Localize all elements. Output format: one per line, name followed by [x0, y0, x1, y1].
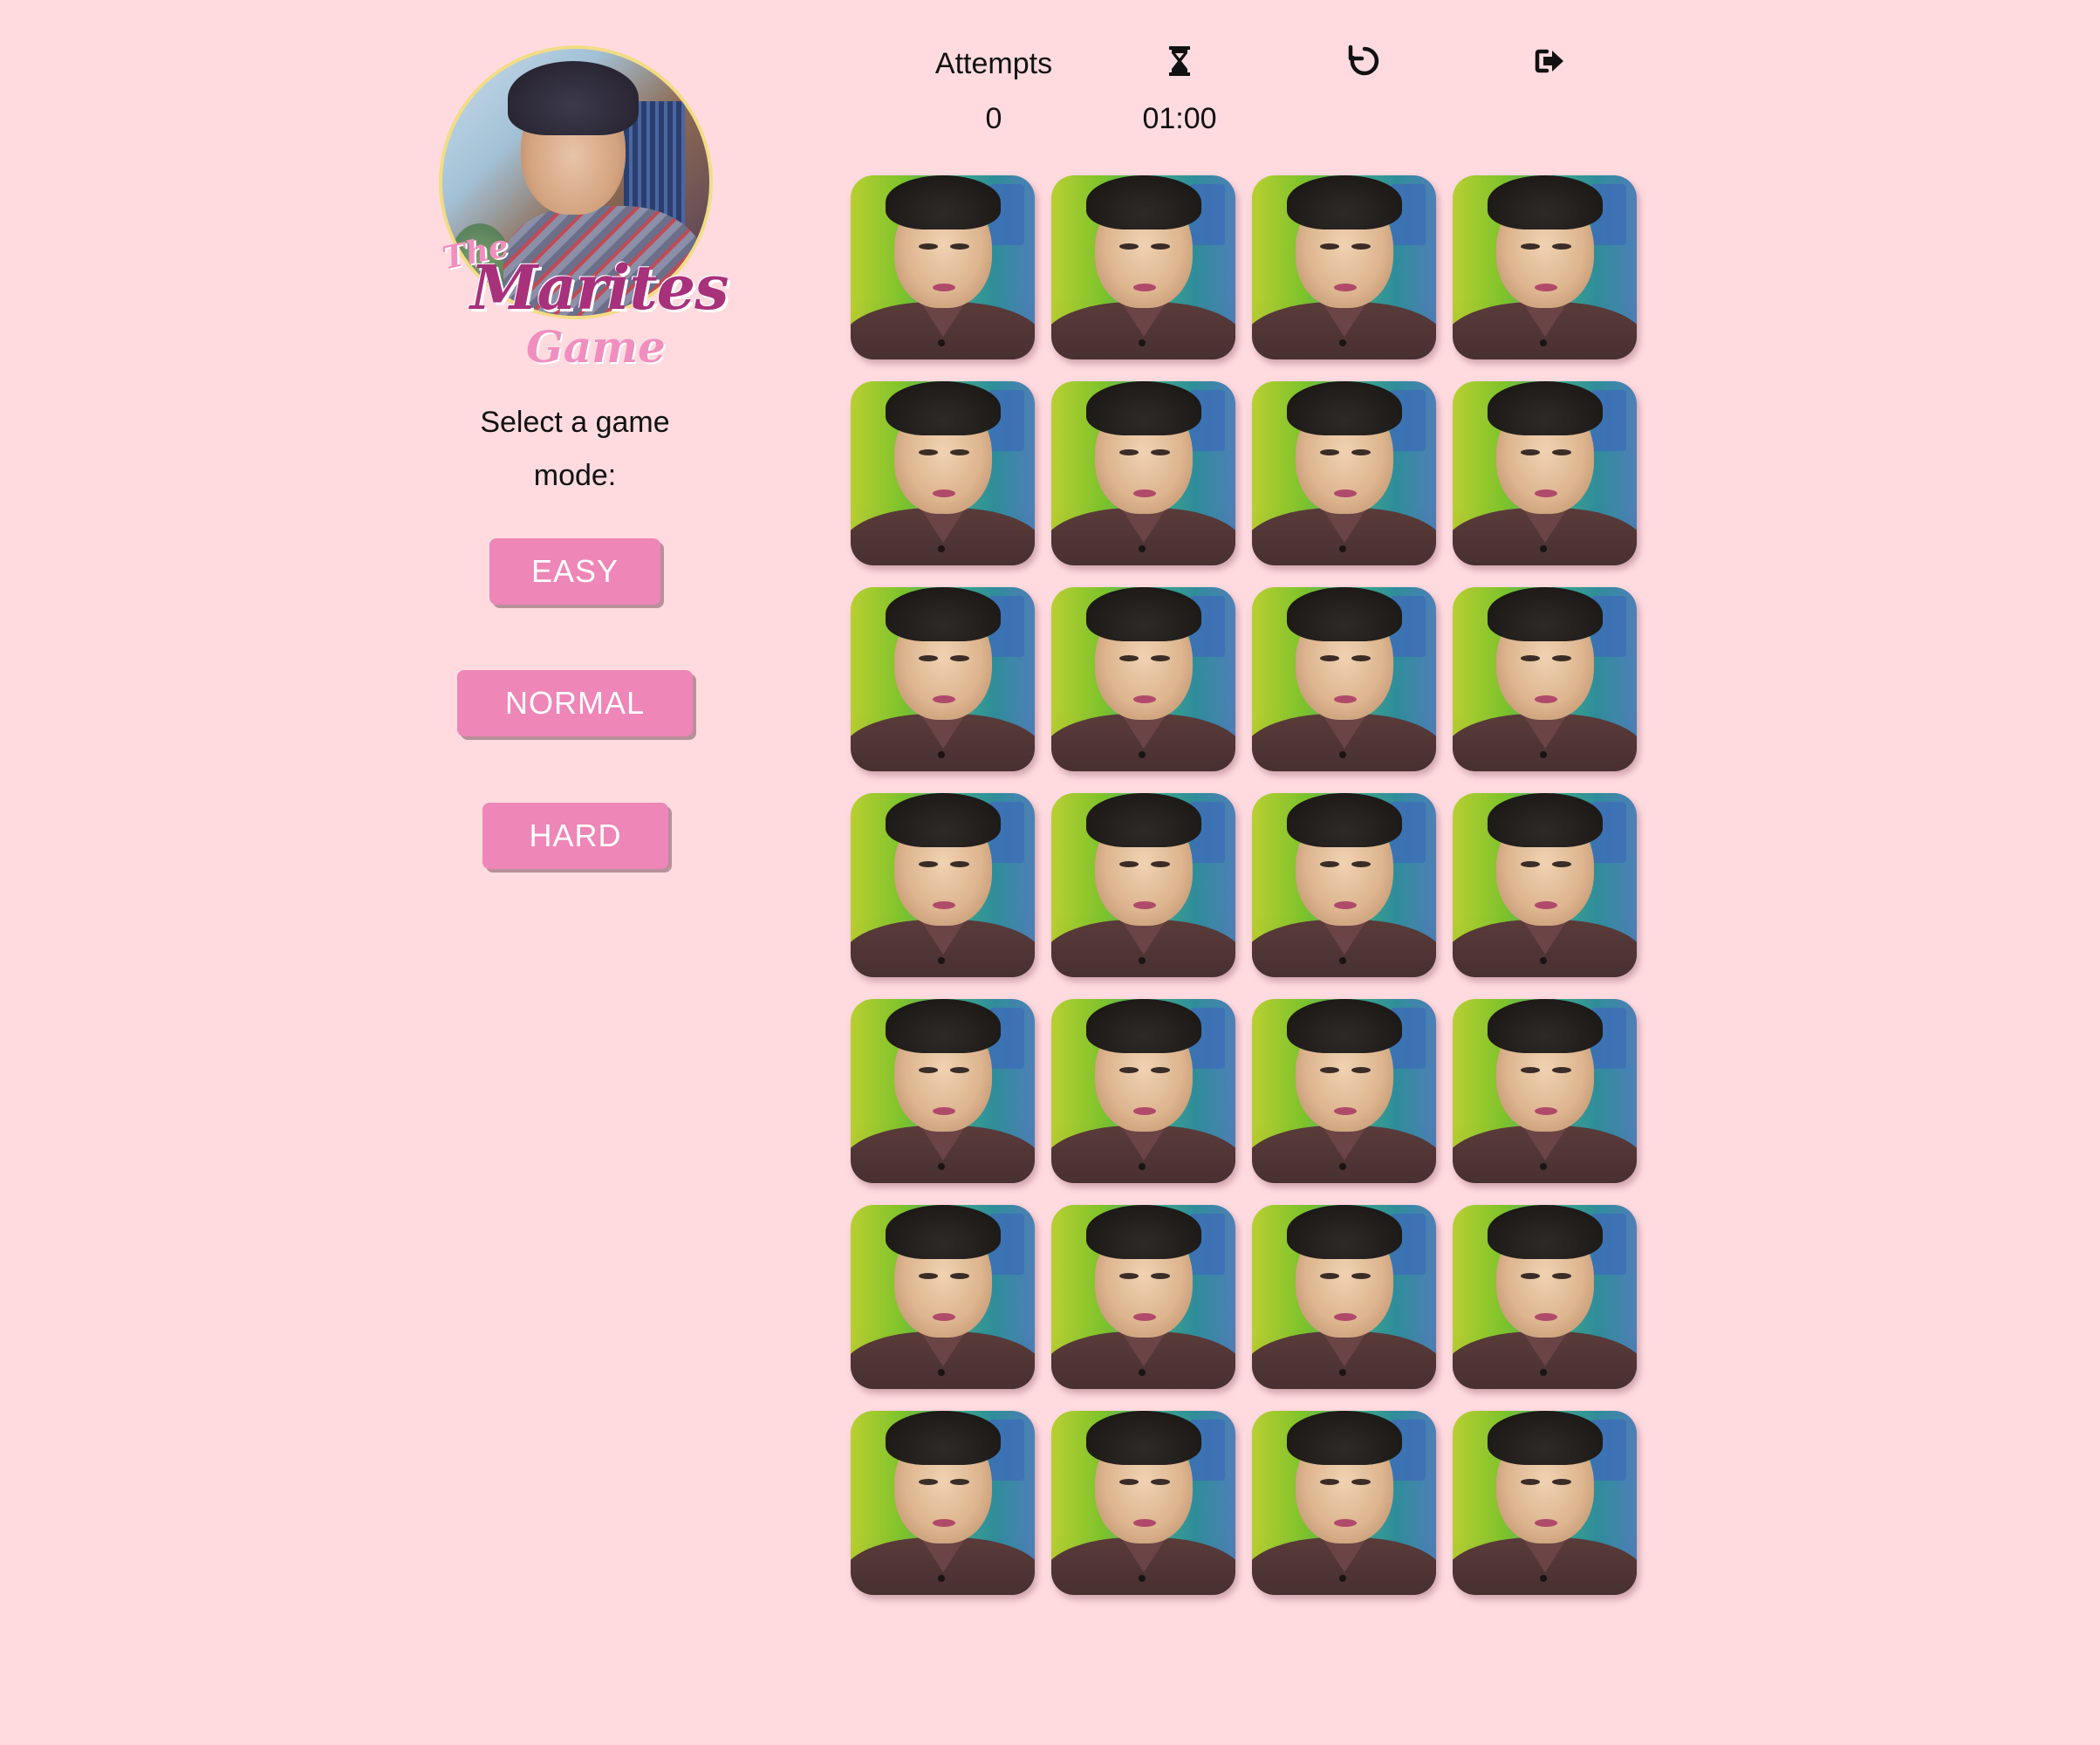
memory-card[interactable] [1453, 793, 1637, 977]
memory-card[interactable] [851, 381, 1035, 565]
memory-card[interactable] [1051, 793, 1235, 977]
easy-mode-button[interactable]: EASY [489, 538, 660, 605]
memory-card[interactable] [1252, 381, 1436, 565]
memory-card[interactable] [851, 793, 1035, 977]
mode-select-label: Select a game mode: [480, 406, 670, 492]
hourglass-icon [1169, 46, 1190, 76]
memory-card[interactable] [1453, 587, 1637, 771]
normal-mode-button[interactable]: NORMAL [457, 670, 693, 736]
memory-card[interactable] [1051, 1205, 1235, 1389]
memory-card[interactable] [1453, 381, 1637, 565]
memory-card[interactable] [851, 999, 1035, 1183]
attempts-value: 0 [985, 102, 1002, 135]
restart-button[interactable] [1338, 35, 1391, 87]
memory-card[interactable] [1252, 1205, 1436, 1389]
memory-card[interactable] [851, 587, 1035, 771]
memory-card[interactable] [1252, 793, 1436, 977]
game-logo: The Marites Game [435, 42, 729, 382]
memory-card[interactable] [1051, 587, 1235, 771]
card-grid [851, 175, 1637, 1595]
memory-card[interactable] [1051, 381, 1235, 565]
timer-value: 01:00 [1142, 102, 1217, 135]
memory-card[interactable] [851, 175, 1035, 359]
memory-card[interactable] [1453, 1205, 1637, 1389]
memory-card[interactable] [1252, 1411, 1436, 1595]
attempts-counter: Attempts 0 [906, 42, 1081, 145]
memory-card[interactable] [1453, 999, 1637, 1183]
memory-card[interactable] [851, 1411, 1035, 1595]
memory-card[interactable] [1252, 175, 1436, 359]
restart-icon [1348, 44, 1379, 76]
timer: 01:00 [1092, 42, 1267, 145]
exit-icon [1535, 49, 1563, 73]
attempts-label: Attempts [934, 47, 1053, 80]
memory-card[interactable] [1453, 1411, 1637, 1595]
memory-card[interactable] [1252, 999, 1436, 1183]
hard-mode-button[interactable]: HARD [482, 803, 668, 869]
memory-card[interactable] [1252, 587, 1436, 771]
memory-card[interactable] [851, 1205, 1035, 1389]
exit-button[interactable] [1524, 35, 1577, 87]
logo-text-marites: Marites [470, 251, 729, 324]
memory-card[interactable] [1051, 999, 1235, 1183]
memory-card[interactable] [1051, 175, 1235, 359]
logo-text-game: Game [526, 321, 666, 373]
memory-card[interactable] [1051, 1411, 1235, 1595]
memory-card[interactable] [1453, 175, 1637, 359]
